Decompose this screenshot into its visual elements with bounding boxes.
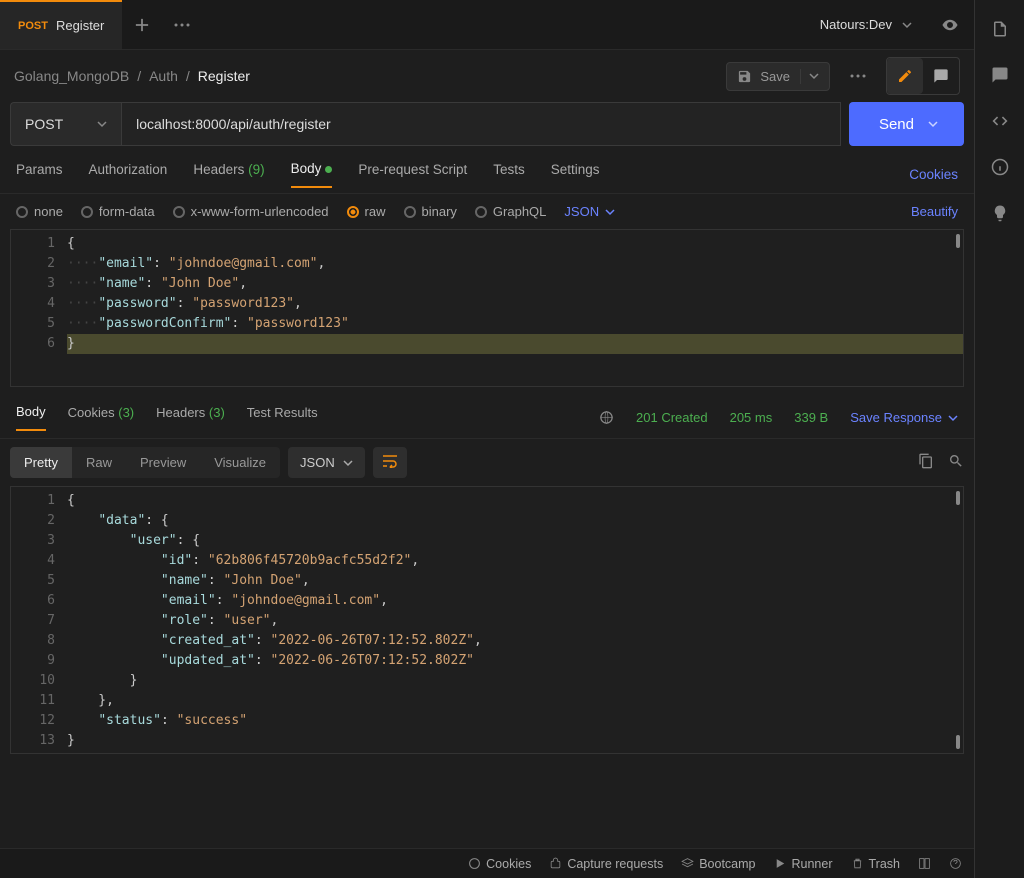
viewmode-raw[interactable]: Raw — [72, 447, 126, 478]
footer-help-button[interactable] — [949, 857, 962, 870]
save-button[interactable]: Save — [726, 62, 830, 91]
cookies-link[interactable]: Cookies — [909, 167, 958, 182]
http-method: POST — [25, 116, 63, 132]
tab-overflow-button[interactable] — [162, 0, 202, 49]
tab-prerequest-script[interactable]: Pre-request Script — [358, 162, 467, 187]
bodytype-graphql[interactable]: GraphQL — [475, 204, 546, 219]
breadcrumb: Golang_MongoDB/ Auth/ Register — [14, 68, 250, 84]
body-type-row: none form-data x-www-form-urlencoded raw… — [0, 194, 974, 229]
response-format-selector[interactable]: JSON — [288, 447, 365, 478]
edit-mode-button[interactable] — [887, 58, 923, 94]
tab-tests[interactable]: Tests — [493, 162, 525, 187]
code-icon[interactable] — [991, 112, 1009, 130]
send-button[interactable]: Send — [849, 102, 964, 146]
request-body-editor[interactable]: 1{2····"email": "johndoe@gmail.com",3···… — [10, 229, 964, 387]
bodytype-none[interactable]: none — [16, 204, 63, 219]
tab-body[interactable]: Body — [291, 161, 333, 188]
copy-response-button[interactable] — [918, 453, 934, 472]
view-mode-group: Pretty Raw Preview Visualize — [10, 447, 280, 478]
breadcrumb-item[interactable]: Auth — [149, 68, 178, 84]
environment-selector[interactable]: Natours:Dev — [806, 0, 926, 49]
resp-tab-test-results[interactable]: Test Results — [247, 405, 318, 430]
footer-trash[interactable]: Trash — [851, 857, 901, 871]
viewmode-preview[interactable]: Preview — [126, 447, 200, 478]
footer-cookies[interactable]: Cookies — [468, 857, 531, 871]
tab-strip: POST Register Natours:Dev — [0, 0, 974, 50]
footer-capture-requests[interactable]: Capture requests — [549, 857, 663, 871]
search-response-button[interactable] — [948, 453, 964, 472]
footer-bootcamp[interactable]: Bootcamp — [681, 857, 755, 871]
viewmode-pretty[interactable]: Pretty — [10, 447, 72, 478]
response-size: 339 B — [794, 410, 828, 425]
bodytype-form-data[interactable]: form-data — [81, 204, 155, 219]
comment-mode-button[interactable] — [923, 58, 959, 94]
tab-params[interactable]: Params — [16, 162, 63, 187]
response-body-viewer[interactable]: 1{2 "data": {3 "user": {4 "id": "62b806f… — [10, 486, 964, 754]
right-sidebar — [974, 0, 1024, 878]
documentation-icon[interactable] — [991, 20, 1009, 38]
new-tab-button[interactable] — [122, 0, 162, 49]
tab-authorization[interactable]: Authorization — [89, 162, 168, 187]
bodytype-urlencoded[interactable]: x-www-form-urlencoded — [173, 204, 329, 219]
beautify-button[interactable]: Beautify — [911, 204, 958, 219]
more-actions-button[interactable] — [840, 58, 876, 94]
response-tabs: Body Cookies (3) Headers (3) Test Result… — [0, 397, 974, 439]
info-icon[interactable] — [991, 158, 1009, 176]
breadcrumb-item[interactable]: Golang_MongoDB — [14, 68, 129, 84]
body-format-selector[interactable]: JSON — [564, 204, 615, 219]
tab-settings[interactable]: Settings — [551, 162, 600, 187]
http-method-selector[interactable]: POST — [10, 102, 121, 146]
bodytype-raw[interactable]: raw — [347, 204, 386, 219]
environment-name: Natours:Dev — [820, 17, 892, 32]
resp-tab-body[interactable]: Body — [16, 404, 46, 431]
response-status: 201 Created — [636, 410, 708, 425]
save-response-button[interactable]: Save Response — [850, 410, 958, 425]
breadcrumb-current: Register — [198, 68, 250, 84]
network-icon[interactable] — [599, 410, 614, 425]
tab-method-badge: POST — [18, 20, 48, 32]
save-label: Save — [760, 69, 790, 84]
scrollbar-thumb[interactable] — [956, 234, 960, 248]
bulb-icon[interactable] — [991, 204, 1009, 222]
breadcrumb-row: Golang_MongoDB/ Auth/ Register Save — [0, 50, 974, 102]
resp-tab-cookies[interactable]: Cookies (3) — [68, 405, 134, 430]
bodytype-binary[interactable]: binary — [404, 204, 457, 219]
request-tabs: Params Authorization Headers (9) Body Pr… — [0, 156, 974, 194]
viewmode-visualize[interactable]: Visualize — [200, 447, 280, 478]
save-options-button[interactable] — [800, 69, 819, 84]
status-bar: Cookies Capture requests Bootcamp Runner… — [0, 848, 974, 878]
response-toolbar: Pretty Raw Preview Visualize JSON — [0, 439, 974, 486]
request-url-row: POST Send — [0, 102, 974, 156]
scrollbar-thumb[interactable] — [956, 491, 960, 505]
scrollbar-thumb[interactable] — [956, 735, 960, 749]
tab-register[interactable]: POST Register — [0, 0, 122, 49]
footer-runner[interactable]: Runner — [774, 857, 833, 871]
tab-title: Register — [56, 18, 104, 33]
footer-layout-button[interactable] — [918, 857, 931, 870]
response-time: 205 ms — [730, 410, 773, 425]
resp-tab-headers[interactable]: Headers (3) — [156, 405, 225, 430]
url-input[interactable] — [121, 102, 841, 146]
comments-icon[interactable] — [991, 66, 1009, 84]
environment-quicklook-button[interactable] — [926, 0, 974, 49]
wrap-lines-button[interactable] — [373, 447, 407, 478]
body-modified-indicator — [325, 166, 332, 173]
send-label: Send — [879, 116, 914, 133]
tab-headers[interactable]: Headers (9) — [193, 162, 264, 187]
